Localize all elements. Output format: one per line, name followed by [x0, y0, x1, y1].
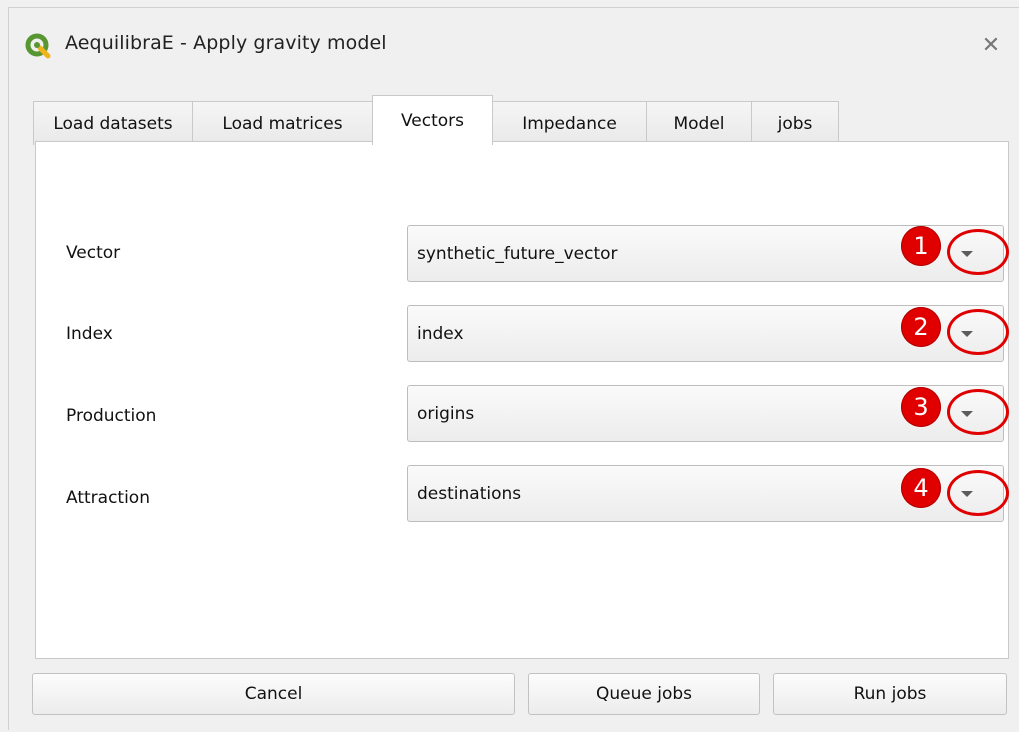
cancel-button[interactable]: Cancel: [32, 673, 515, 715]
tab-model[interactable]: Model: [646, 101, 752, 145]
tab-vectors[interactable]: Vectors: [372, 95, 493, 145]
tab-load-matrices[interactable]: Load matrices: [192, 101, 373, 145]
annotation-ring-1: [947, 229, 1009, 275]
annotation-marker-1: 1: [901, 226, 941, 266]
qgis-icon: [25, 33, 51, 59]
window-title: AequilibraE - Apply gravity model: [65, 32, 387, 54]
index-label: Index: [66, 324, 113, 344]
annotation-marker-2: 2: [901, 307, 941, 347]
production-label: Production: [66, 406, 157, 426]
production-combobox-value: origins: [417, 404, 475, 424]
annotation-ring-4: [947, 470, 1009, 516]
dialog-window: AequilibraE - Apply gravity model ✕ Load…: [8, 7, 1019, 730]
annotation-marker-4: 4: [901, 468, 941, 508]
annotation-ring-2: [947, 309, 1009, 355]
tab-jobs[interactable]: jobs: [751, 101, 839, 145]
annotation-marker-3: 3: [901, 387, 941, 427]
attraction-combobox-value: destinations: [417, 484, 522, 504]
close-icon[interactable]: ✕: [974, 28, 1008, 62]
attraction-label: Attraction: [66, 488, 150, 508]
vector-combobox-value: synthetic_future_vector: [417, 244, 618, 264]
title-bar: AequilibraE - Apply gravity model ✕: [9, 8, 1019, 76]
tab-bar: Load datasets Load matrices Vectors Impe…: [33, 95, 839, 145]
tab-impedance[interactable]: Impedance: [492, 101, 647, 145]
vector-label: Vector: [66, 243, 121, 263]
index-combobox-value: index: [417, 324, 464, 344]
run-jobs-button[interactable]: Run jobs: [773, 673, 1007, 715]
queue-jobs-button[interactable]: Queue jobs: [528, 673, 760, 715]
annotation-ring-3: [947, 389, 1009, 435]
tab-load-datasets[interactable]: Load datasets: [33, 101, 193, 145]
